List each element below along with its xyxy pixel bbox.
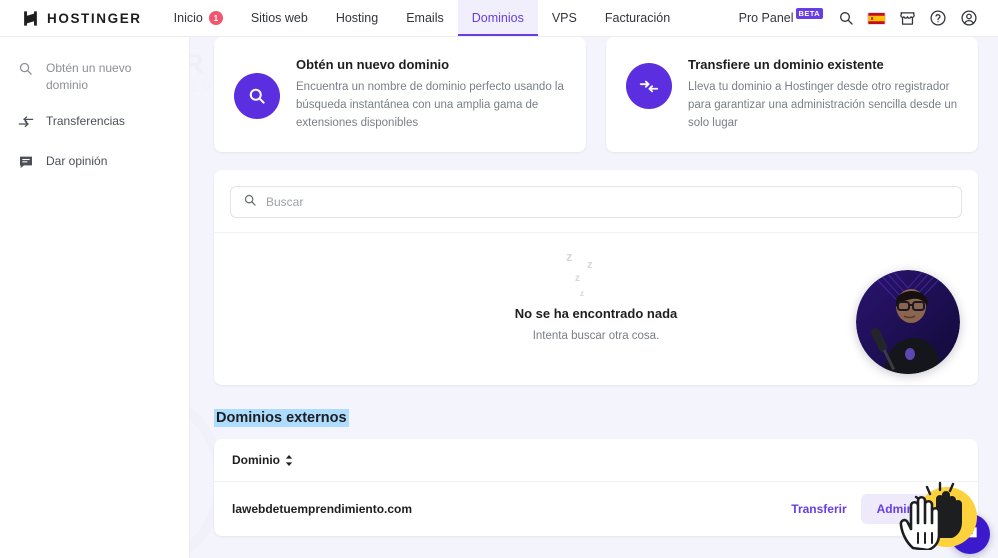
empty-state-subtitle: Intenta buscar otra cosa. <box>532 330 660 343</box>
card-transfiere-un-dominio-existente[interactable]: Transfiere un dominio existente Lleva tu… <box>606 37 978 153</box>
nav-item-inicio[interactable]: Inicio 1 <box>160 0 237 36</box>
nav-item-dominios[interactable]: Dominios <box>457 0 538 36</box>
nav-item-label: Dominios <box>471 11 524 25</box>
table-header-row: Dominio <box>214 439 978 483</box>
zzz-letter: z <box>566 249 573 265</box>
sleeping-zzz-icon: z z z z <box>566 249 626 307</box>
action-cards: Obtén un nuevo dominio Encuentra un nomb… <box>214 37 978 153</box>
primary-nav: Inicio 1 Sitios web Hosting Emails Domin… <box>160 0 685 36</box>
sort-toggle-icon[interactable] <box>285 454 293 466</box>
cell-domain-name: lawebdetuemprendimiento.com <box>232 502 413 517</box>
sidebar: Obtén un nuevo dominio Transferencias Da… <box>0 37 190 558</box>
nav-item-label: Facturación <box>604 11 671 25</box>
beta-badge: BETA <box>795 8 823 19</box>
column-header-label: Dominio <box>232 453 280 468</box>
card-description: Lleva tu dominio a Hostinger desde otro … <box>688 81 958 129</box>
card-title: Obtén un nuevo dominio <box>296 57 450 72</box>
sidebar-item-label: Transferencias <box>46 113 125 128</box>
external-domains-section: Dominios externos Dominio lawebdetuempre… <box>214 385 978 537</box>
sidebar-item-transferencias[interactable]: Transferencias <box>0 104 189 144</box>
webcam-video-frame <box>856 270 960 374</box>
search-input[interactable] <box>266 195 949 210</box>
card-obten-un-nuevo-dominio[interactable]: Obtén un nuevo dominio Encuentra un nomb… <box>214 37 586 153</box>
nav-item-label: VPS <box>551 11 577 25</box>
search-icon <box>234 73 280 119</box>
pro-panel-label: Pro Panel <box>738 11 794 25</box>
store-icon[interactable] <box>899 10 916 27</box>
search-row <box>214 170 978 234</box>
domain-search-panel: z z z z No se ha encontrado nada Intenta… <box>214 170 978 386</box>
search-box[interactable] <box>230 186 962 219</box>
column-header-dominio[interactable]: Dominio <box>232 453 293 467</box>
transfer-button[interactable]: Transferir <box>791 502 846 516</box>
zzz-letter: z <box>575 273 580 285</box>
transfer-arrows-icon <box>18 114 35 135</box>
zzz-letter: z <box>587 259 593 272</box>
nav-item-label: Hosting <box>335 11 379 25</box>
card-title: Transfiere un dominio existente <box>688 57 884 72</box>
account-circle-icon[interactable] <box>960 9 978 27</box>
table-row: lawebdetuemprendimiento.com Transferir A… <box>214 482 978 536</box>
brand-logo[interactable]: HOSTINGER <box>0 0 142 36</box>
nav-item-label: Inicio <box>173 11 203 25</box>
search-icon <box>18 61 35 81</box>
sidebar-item-dar-opinion[interactable]: Dar opinión <box>0 144 189 184</box>
spain-flag-icon[interactable] <box>867 11 886 25</box>
sidebar-item-label: Obtén un nuevo dominio <box>46 61 132 93</box>
nav-item-label: Sitios web <box>250 11 308 25</box>
nav-item-label: Emails <box>406 11 444 25</box>
search-icon[interactable] <box>838 10 854 26</box>
card-description: Encuentra un nombre de dominio perfecto … <box>296 81 564 129</box>
nav-item-emails[interactable]: Emails <box>392 0 458 36</box>
main-content: LUIS R SILVA LUISRSILVA.COM Obtén un nue… <box>190 37 998 558</box>
sidebar-item-label: Dar opinión <box>46 154 108 169</box>
presenter-webcam <box>856 270 960 374</box>
section-title-dominios-externos: Dominios externos <box>214 409 349 428</box>
top-nav-actions: Pro Panel BETA <box>739 0 998 36</box>
search-icon <box>243 193 257 212</box>
transfer-arrows-icon <box>626 63 672 109</box>
empty-state-title: No se ha encontrado nada <box>514 306 678 322</box>
nav-notification-badge: 1 <box>208 11 223 25</box>
brand-name: HOSTINGER <box>47 10 142 26</box>
external-domains-table: Dominio lawebdetuemprendimiento.com Tran… <box>214 439 978 537</box>
zzz-letter: z <box>580 289 584 299</box>
sidebar-item-obten-un-nuevo-dominio[interactable]: Obtén un nuevo dominio <box>0 51 189 104</box>
top-navigation-bar: HOSTINGER Inicio 1 Sitios web Hosting Em… <box>0 0 998 37</box>
nav-item-vps[interactable]: VPS <box>538 0 591 36</box>
nav-item-facturacion[interactable]: Facturación <box>591 0 684 36</box>
hostinger-h-logo-icon <box>24 10 37 26</box>
nav-item-sitios-web[interactable]: Sitios web <box>237 0 322 36</box>
nav-item-hosting[interactable]: Hosting <box>322 0 392 36</box>
pro-panel-link[interactable]: Pro Panel BETA <box>738 8 823 25</box>
help-circle-icon[interactable] <box>929 9 947 27</box>
hand-pointer-cursor <box>899 492 945 555</box>
feedback-chat-icon <box>18 154 35 175</box>
